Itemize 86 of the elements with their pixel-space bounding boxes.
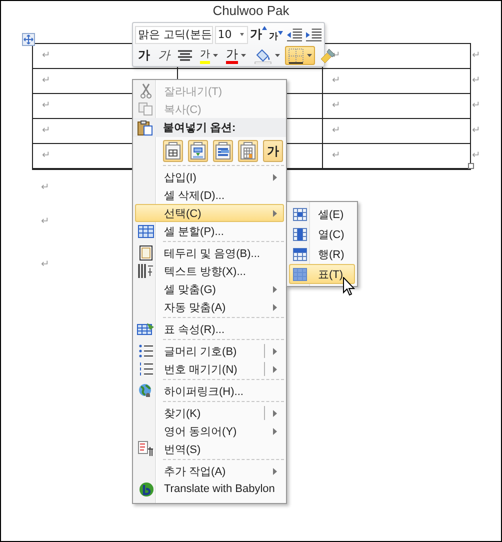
outdent-icon[interactable] bbox=[286, 28, 302, 42]
submenu-item[interactable]: 표(T) bbox=[289, 264, 355, 284]
paragraph-mark: ↵ bbox=[42, 50, 50, 62]
submenu-arrow-icon bbox=[273, 210, 277, 216]
menu-item[interactable]: 추가 작업(A) bbox=[135, 462, 284, 480]
menu-item[interactable]: 삽입(I) bbox=[135, 168, 284, 186]
menu-item[interactable]: 셀 삭제(D)... bbox=[135, 186, 284, 204]
bold-button[interactable]: 가 bbox=[135, 46, 153, 65]
submenu-arrow-icon bbox=[273, 348, 277, 354]
paragraph-mark: ↵ bbox=[41, 259, 50, 271]
move-handle-icon[interactable] bbox=[22, 33, 35, 46]
table-icon bbox=[293, 268, 307, 280]
cell-icon bbox=[293, 208, 307, 220]
row-end-mark: ↵ bbox=[472, 50, 480, 62]
submenu-arrow-icon bbox=[273, 428, 277, 434]
font-color-button[interactable]: 가 bbox=[223, 46, 249, 65]
menu-item[interactable]: 셀 분할(P)... bbox=[135, 222, 284, 240]
text-direction-icon bbox=[138, 263, 154, 279]
submenu-arrow-icon bbox=[273, 286, 277, 292]
submenu-arrow-icon bbox=[273, 304, 277, 310]
table-icon bbox=[138, 224, 154, 238]
paste-option-button[interactable] bbox=[213, 140, 233, 162]
paste-options-header: 붙여넣기 옵션: bbox=[162, 121, 236, 135]
row-end-mark: ↵ bbox=[472, 100, 480, 112]
column-icon bbox=[293, 228, 307, 240]
menu-item[interactable]: 번호 매기기(N) bbox=[135, 360, 284, 378]
paragraph-mark: ↵ bbox=[42, 150, 50, 162]
paragraph-mark: ↵ bbox=[42, 100, 50, 112]
paste-option-button[interactable] bbox=[163, 140, 183, 162]
row-end-mark: ↵ bbox=[472, 150, 480, 162]
paragraph-mark: ↵ bbox=[41, 216, 50, 228]
paragraph-mark: ↵ bbox=[41, 182, 50, 194]
caret-icon bbox=[241, 54, 246, 57]
size-field[interactable]: 10 bbox=[214, 26, 248, 44]
paragraph-mark: ↵ bbox=[332, 125, 340, 137]
menu-item[interactable]: 텍스트 방향(X)... bbox=[135, 262, 284, 280]
menu-item[interactable]: Translate with Babylon bbox=[135, 480, 284, 498]
numbering-icon bbox=[139, 362, 153, 376]
submenu-item[interactable]: 열(C) bbox=[289, 224, 355, 244]
paragraph-mark: ↵ bbox=[332, 100, 340, 112]
submenu-arrow-icon bbox=[273, 410, 277, 416]
scissors-icon bbox=[140, 83, 152, 99]
borders-button[interactable] bbox=[285, 46, 315, 65]
paste-option-button[interactable] bbox=[188, 140, 208, 162]
menu-item[interactable]: 자동 맞춤(A) bbox=[135, 298, 284, 316]
row-end-mark: ↵ bbox=[472, 125, 480, 137]
paste-option-button[interactable] bbox=[238, 140, 258, 162]
italic-button[interactable]: 가 bbox=[155, 46, 173, 65]
menu-item[interactable]: 영어 동의어(Y) bbox=[135, 422, 284, 440]
paragraph-mark: ↵ bbox=[332, 75, 340, 87]
mouse-pointer-icon bbox=[343, 277, 355, 296]
resize-handle-icon[interactable] bbox=[468, 163, 474, 169]
keep-text-only-button[interactable]: 가 bbox=[263, 140, 283, 162]
row-icon bbox=[293, 248, 307, 260]
submenu-arrow-icon bbox=[273, 174, 277, 180]
menu-item[interactable]: 하이퍼링크(H)... bbox=[135, 382, 284, 400]
clipboard-icon bbox=[137, 120, 153, 136]
menu-item[interactable]: 표 속성(R)... bbox=[135, 320, 284, 338]
font-field[interactable]: 맑은 고딕(본든 bbox=[135, 26, 213, 44]
copy-icon bbox=[138, 102, 154, 116]
caret-icon bbox=[213, 54, 218, 57]
submenu-item[interactable]: 행(R) bbox=[289, 244, 355, 264]
submenu-item[interactable]: 셀(E) bbox=[289, 204, 355, 224]
document-title: Chulwoo Pak bbox=[212, 2, 290, 20]
submenu-arrow-icon bbox=[273, 366, 277, 372]
babylon-icon bbox=[138, 482, 154, 496]
paragraph-mark: ↵ bbox=[42, 125, 50, 137]
table-properties-icon bbox=[137, 322, 155, 336]
menu-item[interactable]: 선택(C) bbox=[135, 204, 284, 222]
highlight-button[interactable]: 가 bbox=[197, 46, 221, 65]
paragraph-mark: ↵ bbox=[42, 75, 50, 87]
bullets-icon bbox=[139, 344, 153, 358]
menu-item[interactable]: 글머리 기호(B) bbox=[135, 342, 284, 360]
menu-item[interactable]: 셀 맞춤(G) bbox=[135, 280, 284, 298]
submenu-arrow-icon bbox=[273, 468, 277, 474]
globe-icon bbox=[138, 383, 154, 399]
caret-icon bbox=[275, 54, 280, 57]
caret-icon bbox=[307, 54, 312, 57]
menu-item[interactable]: 찾기(K) bbox=[135, 404, 284, 422]
paragraph-mark: ↵ bbox=[332, 150, 340, 162]
menu-item[interactable]: 테두리 및 음영(B)... bbox=[135, 244, 284, 262]
translate-icon bbox=[138, 441, 154, 457]
page-icon bbox=[139, 245, 153, 261]
row-end-mark: ↵ bbox=[472, 75, 480, 87]
menu-item[interactable]: 번역(S) bbox=[135, 440, 284, 458]
indent-icon[interactable] bbox=[306, 28, 322, 42]
